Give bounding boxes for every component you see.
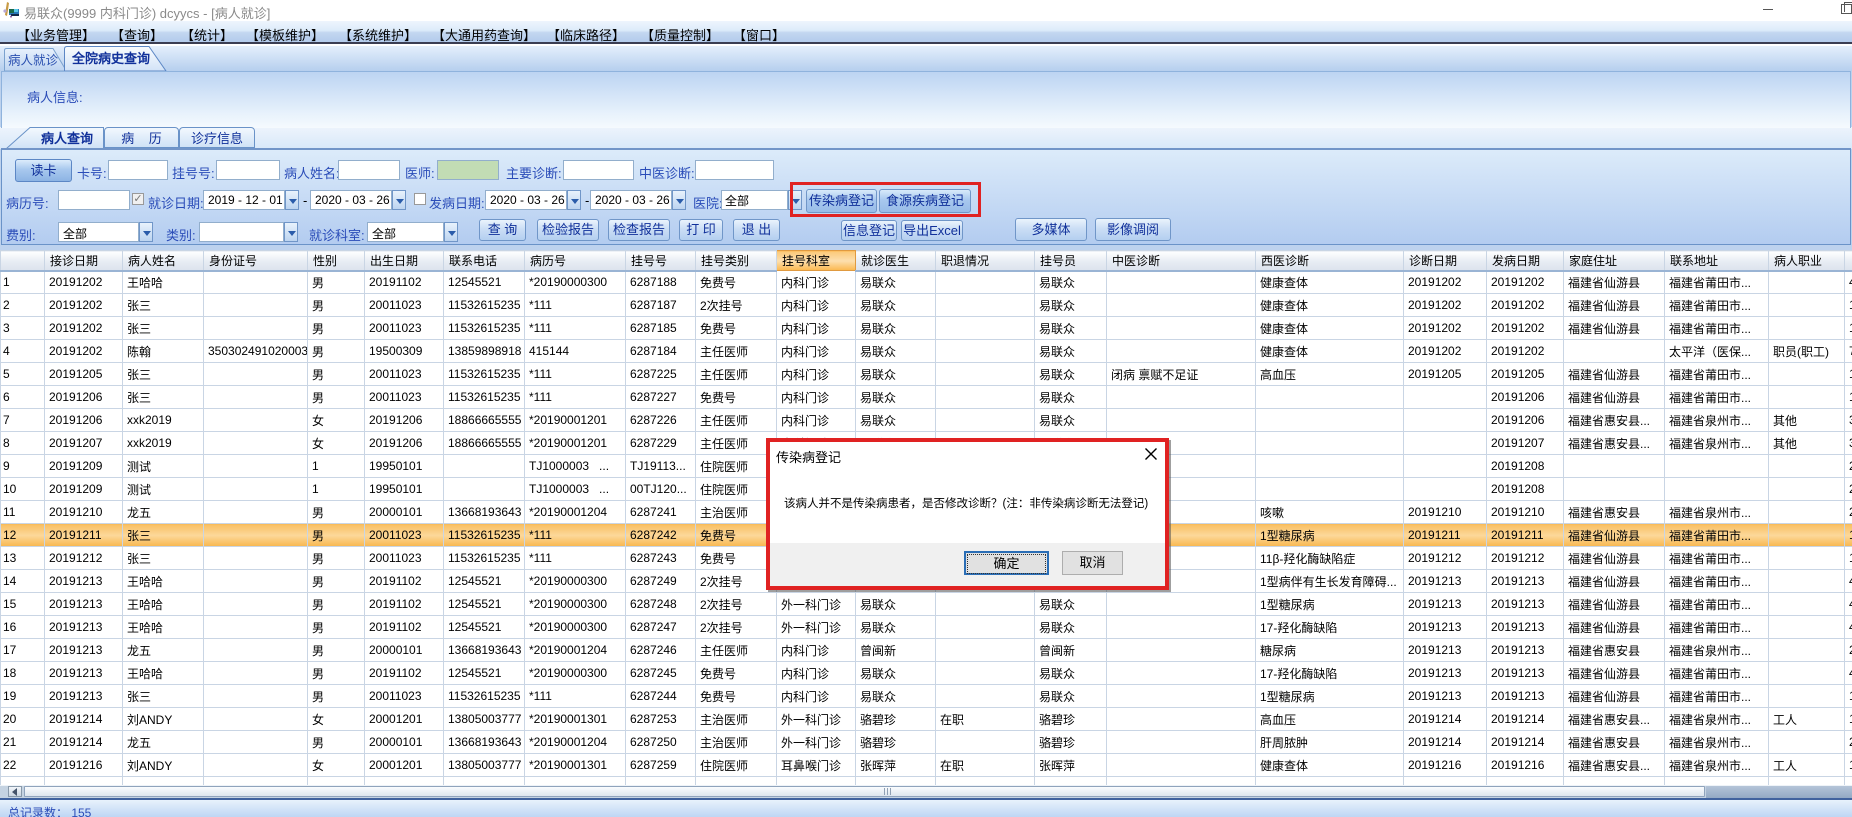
- svg-text:病人查询: 病人查询: [41, 131, 93, 146]
- svg-text:病人就诊: 病人就诊: [8, 53, 59, 68]
- svg-text:全院病史查询: 全院病史查询: [71, 51, 150, 66]
